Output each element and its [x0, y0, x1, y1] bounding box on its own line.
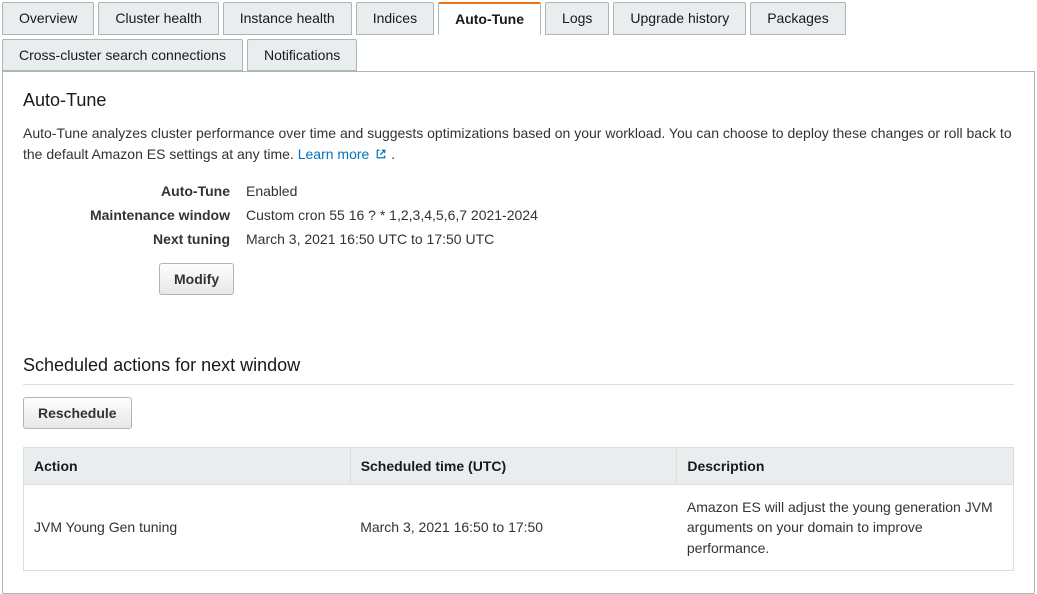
tab-auto-tune[interactable]: Auto-Tune — [438, 2, 541, 35]
tab-cross-cluster-search[interactable]: Cross-cluster search connections — [2, 39, 243, 71]
tab-overview[interactable]: Overview — [2, 2, 94, 35]
kv-value-mw: Custom cron 55 16 ? * 1,2,3,4,5,6,7 2021… — [238, 203, 538, 227]
content-panel: Auto-Tune Auto-Tune analyzes cluster per… — [2, 71, 1035, 594]
cell-time: March 3, 2021 16:50 to 17:50 — [350, 485, 677, 571]
scheduled-actions-title: Scheduled actions for next window — [23, 355, 1014, 385]
panel-description: Auto-Tune analyzes cluster performance o… — [23, 123, 1014, 165]
col-header-action: Action — [24, 448, 351, 485]
external-link-icon — [375, 148, 387, 160]
tabs-row-2: Cross-cluster search connections Notific… — [2, 39, 1035, 71]
tab-instance-health[interactable]: Instance health — [223, 2, 352, 35]
kv-label-nt: Next tuning — [23, 227, 238, 251]
kv-row-mw: Maintenance window Custom cron 55 16 ? *… — [23, 203, 538, 227]
kv-label-mw: Maintenance window — [23, 203, 238, 227]
scheduled-actions-table: Action Scheduled time (UTC) Description … — [23, 447, 1014, 571]
kv-row-autotune: Auto-Tune Enabled — [23, 179, 538, 203]
learn-more-link[interactable]: Learn more — [298, 146, 391, 162]
tab-notifications[interactable]: Notifications — [247, 39, 357, 71]
table-header-row: Action Scheduled time (UTC) Description — [24, 448, 1014, 485]
tabs-container: Overview Cluster health Instance health … — [0, 0, 1037, 71]
description-text: Auto-Tune analyzes cluster performance o… — [23, 125, 1012, 162]
kv-value-nt: March 3, 2021 16:50 UTC to 17:50 UTC — [238, 227, 538, 251]
tab-packages[interactable]: Packages — [750, 2, 845, 35]
modify-button-row: Modify — [159, 263, 1014, 295]
col-header-desc: Description — [677, 448, 1014, 485]
reschedule-button-row: Reschedule — [23, 397, 1014, 429]
description-period: . — [391, 146, 395, 162]
tabs-row-1: Overview Cluster health Instance health … — [2, 2, 1035, 35]
tab-cluster-health[interactable]: Cluster health — [98, 2, 218, 35]
col-header-time: Scheduled time (UTC) — [350, 448, 677, 485]
reschedule-button[interactable]: Reschedule — [23, 397, 132, 429]
learn-more-label: Learn more — [298, 146, 370, 162]
panel-title: Auto-Tune — [23, 90, 1014, 111]
kv-row-nt: Next tuning March 3, 2021 16:50 UTC to 1… — [23, 227, 538, 251]
tab-logs[interactable]: Logs — [545, 2, 609, 35]
cell-desc: Amazon ES will adjust the young generati… — [677, 485, 1014, 571]
tab-indices[interactable]: Indices — [356, 2, 434, 35]
kv-label-autotune: Auto-Tune — [23, 179, 238, 203]
settings-table: Auto-Tune Enabled Maintenance window Cus… — [23, 179, 538, 251]
table-row: JVM Young Gen tuning March 3, 2021 16:50… — [24, 485, 1014, 571]
modify-button[interactable]: Modify — [159, 263, 234, 295]
tab-upgrade-history[interactable]: Upgrade history — [613, 2, 746, 35]
kv-value-autotune: Enabled — [238, 179, 538, 203]
cell-action: JVM Young Gen tuning — [24, 485, 351, 571]
